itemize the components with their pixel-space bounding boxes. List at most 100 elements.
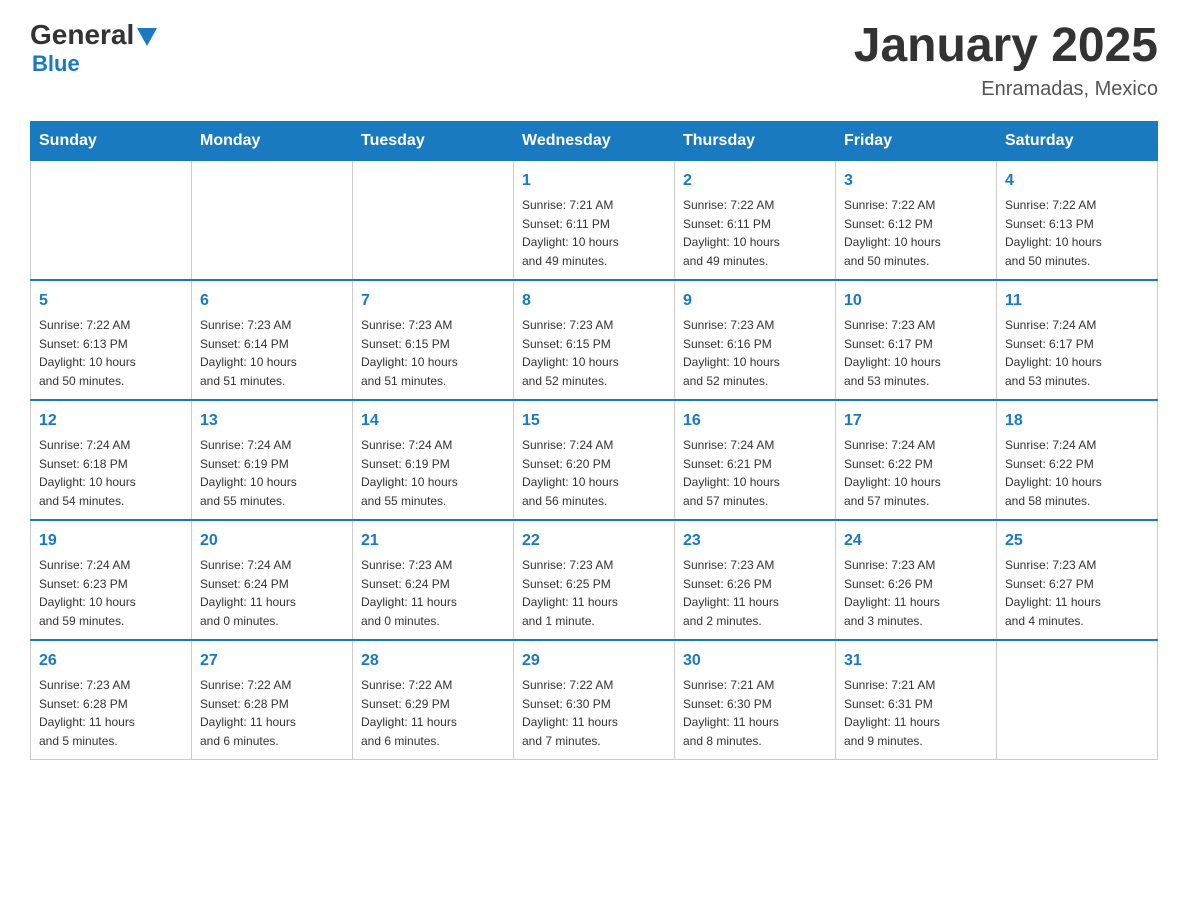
day-number: 5 — [39, 289, 183, 313]
day-number: 15 — [522, 409, 666, 433]
day-info: Sunrise: 7:22 AM Sunset: 6:13 PM Dayligh… — [1005, 198, 1102, 268]
calendar-cell: 2 Sunrise: 7:22 AM Sunset: 6:11 PM Daylig… — [675, 160, 836, 280]
day-number: 24 — [844, 529, 988, 553]
calendar-title: January 2025 — [854, 20, 1158, 73]
day-info: Sunrise: 7:23 AM Sunset: 6:27 PM Dayligh… — [1005, 558, 1101, 628]
calendar-cell: 18 Sunrise: 7:24 AM Sunset: 6:22 PM Dayli… — [997, 400, 1158, 520]
logo-blue: Blue — [32, 51, 157, 77]
calendar-cell — [353, 160, 514, 280]
day-number: 2 — [683, 169, 827, 193]
day-info: Sunrise: 7:21 AM Sunset: 6:11 PM Dayligh… — [522, 198, 619, 268]
day-number: 11 — [1005, 289, 1149, 313]
calendar-cell: 28 Sunrise: 7:22 AM Sunset: 6:29 PM Dayli… — [353, 640, 514, 760]
day-number: 13 — [200, 409, 344, 433]
calendar-cell: 12 Sunrise: 7:24 AM Sunset: 6:18 PM Dayli… — [31, 400, 192, 520]
day-info: Sunrise: 7:22 AM Sunset: 6:11 PM Dayligh… — [683, 198, 780, 268]
calendar-cell: 13 Sunrise: 7:24 AM Sunset: 6:19 PM Dayli… — [192, 400, 353, 520]
day-number: 20 — [200, 529, 344, 553]
day-number: 31 — [844, 649, 988, 673]
day-number: 27 — [200, 649, 344, 673]
calendar-cell: 4 Sunrise: 7:22 AM Sunset: 6:13 PM Daylig… — [997, 160, 1158, 280]
calendar-week-row: 1 Sunrise: 7:21 AM Sunset: 6:11 PM Daylig… — [31, 160, 1158, 280]
calendar-cell: 22 Sunrise: 7:23 AM Sunset: 6:25 PM Dayli… — [514, 520, 675, 640]
day-info: Sunrise: 7:23 AM Sunset: 6:14 PM Dayligh… — [200, 318, 297, 388]
day-number: 3 — [844, 169, 988, 193]
day-info: Sunrise: 7:23 AM Sunset: 6:15 PM Dayligh… — [522, 318, 619, 388]
calendar-cell: 14 Sunrise: 7:24 AM Sunset: 6:19 PM Dayli… — [353, 400, 514, 520]
weekday-header-thursday: Thursday — [675, 121, 836, 160]
calendar-cell: 15 Sunrise: 7:24 AM Sunset: 6:20 PM Dayli… — [514, 400, 675, 520]
day-number: 7 — [361, 289, 505, 313]
calendar-cell — [192, 160, 353, 280]
calendar-cell: 25 Sunrise: 7:23 AM Sunset: 6:27 PM Dayli… — [997, 520, 1158, 640]
logo: General Blue — [30, 20, 157, 77]
calendar-cell: 5 Sunrise: 7:22 AM Sunset: 6:13 PM Daylig… — [31, 280, 192, 400]
day-info: Sunrise: 7:22 AM Sunset: 6:30 PM Dayligh… — [522, 678, 618, 748]
title-section: January 2025 Enramadas, Mexico — [854, 20, 1158, 101]
calendar-cell: 24 Sunrise: 7:23 AM Sunset: 6:26 PM Dayli… — [836, 520, 997, 640]
weekday-header-sunday: Sunday — [31, 121, 192, 160]
weekday-header-saturday: Saturday — [997, 121, 1158, 160]
day-number: 18 — [1005, 409, 1149, 433]
calendar-week-row: 19Sunrise: 7:24 AM Sunset: 6:23 PM Dayli… — [31, 520, 1158, 640]
day-info: Sunrise: 7:22 AM Sunset: 6:28 PM Dayligh… — [200, 678, 296, 748]
calendar-cell: 1 Sunrise: 7:21 AM Sunset: 6:11 PM Daylig… — [514, 160, 675, 280]
day-number: 1 — [522, 169, 666, 193]
day-info: Sunrise: 7:24 AM Sunset: 6:19 PM Dayligh… — [200, 438, 297, 508]
calendar-cell: 23Sunrise: 7:23 AM Sunset: 6:26 PM Dayli… — [675, 520, 836, 640]
calendar-week-row: 12 Sunrise: 7:24 AM Sunset: 6:18 PM Dayli… — [31, 400, 1158, 520]
day-info: Sunrise: 7:22 AM Sunset: 6:12 PM Dayligh… — [844, 198, 941, 268]
day-info: Sunrise: 7:24 AM Sunset: 6:24 PM Dayligh… — [200, 558, 296, 628]
day-info: Sunrise: 7:23 AM Sunset: 6:15 PM Dayligh… — [361, 318, 458, 388]
calendar-cell — [997, 640, 1158, 760]
day-info: Sunrise: 7:24 AM Sunset: 6:23 PM Dayligh… — [39, 558, 136, 628]
day-number: 17 — [844, 409, 988, 433]
day-info: Sunrise: 7:23 AM Sunset: 6:16 PM Dayligh… — [683, 318, 780, 388]
day-info: Sunrise: 7:24 AM Sunset: 6:18 PM Dayligh… — [39, 438, 136, 508]
day-info: Sunrise: 7:24 AM Sunset: 6:22 PM Dayligh… — [1005, 438, 1102, 508]
day-info: Sunrise: 7:23 AM Sunset: 6:26 PM Dayligh… — [683, 558, 779, 628]
day-info: Sunrise: 7:24 AM Sunset: 6:22 PM Dayligh… — [844, 438, 941, 508]
day-number: 10 — [844, 289, 988, 313]
day-info: Sunrise: 7:23 AM Sunset: 6:25 PM Dayligh… — [522, 558, 618, 628]
day-info: Sunrise: 7:24 AM Sunset: 6:21 PM Dayligh… — [683, 438, 780, 508]
weekday-header-monday: Monday — [192, 121, 353, 160]
day-number: 16 — [683, 409, 827, 433]
day-info: Sunrise: 7:22 AM Sunset: 6:29 PM Dayligh… — [361, 678, 457, 748]
calendar-cell: 10 Sunrise: 7:23 AM Sunset: 6:17 PM Dayli… — [836, 280, 997, 400]
logo-triangle-icon — [137, 28, 157, 46]
calendar-table: SundayMondayTuesdayWednesdayThursdayFrid… — [30, 121, 1158, 760]
calendar-cell: 21Sunrise: 7:23 AM Sunset: 6:24 PM Dayli… — [353, 520, 514, 640]
day-info: Sunrise: 7:24 AM Sunset: 6:19 PM Dayligh… — [361, 438, 458, 508]
day-number: 4 — [1005, 169, 1149, 193]
calendar-cell: 3 Sunrise: 7:22 AM Sunset: 6:12 PM Daylig… — [836, 160, 997, 280]
calendar-week-row: 26 Sunrise: 7:23 AM Sunset: 6:28 PM Dayli… — [31, 640, 1158, 760]
day-info: Sunrise: 7:23 AM Sunset: 6:17 PM Dayligh… — [844, 318, 941, 388]
calendar-cell: 30Sunrise: 7:21 AM Sunset: 6:30 PM Dayli… — [675, 640, 836, 760]
day-number: 22 — [522, 529, 666, 553]
day-info: Sunrise: 7:21 AM Sunset: 6:31 PM Dayligh… — [844, 678, 940, 748]
calendar-subtitle: Enramadas, Mexico — [854, 78, 1158, 101]
day-number: 29 — [522, 649, 666, 673]
calendar-cell: 29 Sunrise: 7:22 AM Sunset: 6:30 PM Dayli… — [514, 640, 675, 760]
calendar-cell: 26 Sunrise: 7:23 AM Sunset: 6:28 PM Dayli… — [31, 640, 192, 760]
day-number: 28 — [361, 649, 505, 673]
calendar-cell: 20 Sunrise: 7:24 AM Sunset: 6:24 PM Dayli… — [192, 520, 353, 640]
day-info: Sunrise: 7:23 AM Sunset: 6:26 PM Dayligh… — [844, 558, 940, 628]
page-header: General Blue January 2025 Enramadas, Mex… — [30, 20, 1158, 101]
day-info: Sunrise: 7:24 AM Sunset: 6:20 PM Dayligh… — [522, 438, 619, 508]
day-number: 25 — [1005, 529, 1149, 553]
calendar-cell: 27 Sunrise: 7:22 AM Sunset: 6:28 PM Dayli… — [192, 640, 353, 760]
day-number: 26 — [39, 649, 183, 673]
day-info: Sunrise: 7:23 AM Sunset: 6:28 PM Dayligh… — [39, 678, 135, 748]
day-number: 14 — [361, 409, 505, 433]
day-info: Sunrise: 7:22 AM Sunset: 6:13 PM Dayligh… — [39, 318, 136, 388]
day-info: Sunrise: 7:24 AM Sunset: 6:17 PM Dayligh… — [1005, 318, 1102, 388]
calendar-cell: 8 Sunrise: 7:23 AM Sunset: 6:15 PM Daylig… — [514, 280, 675, 400]
day-number: 12 — [39, 409, 183, 433]
day-number: 8 — [522, 289, 666, 313]
day-number: 9 — [683, 289, 827, 313]
day-number: 30 — [683, 649, 827, 673]
calendar-cell: 7 Sunrise: 7:23 AM Sunset: 6:15 PM Daylig… — [353, 280, 514, 400]
logo-general: General — [30, 20, 134, 51]
